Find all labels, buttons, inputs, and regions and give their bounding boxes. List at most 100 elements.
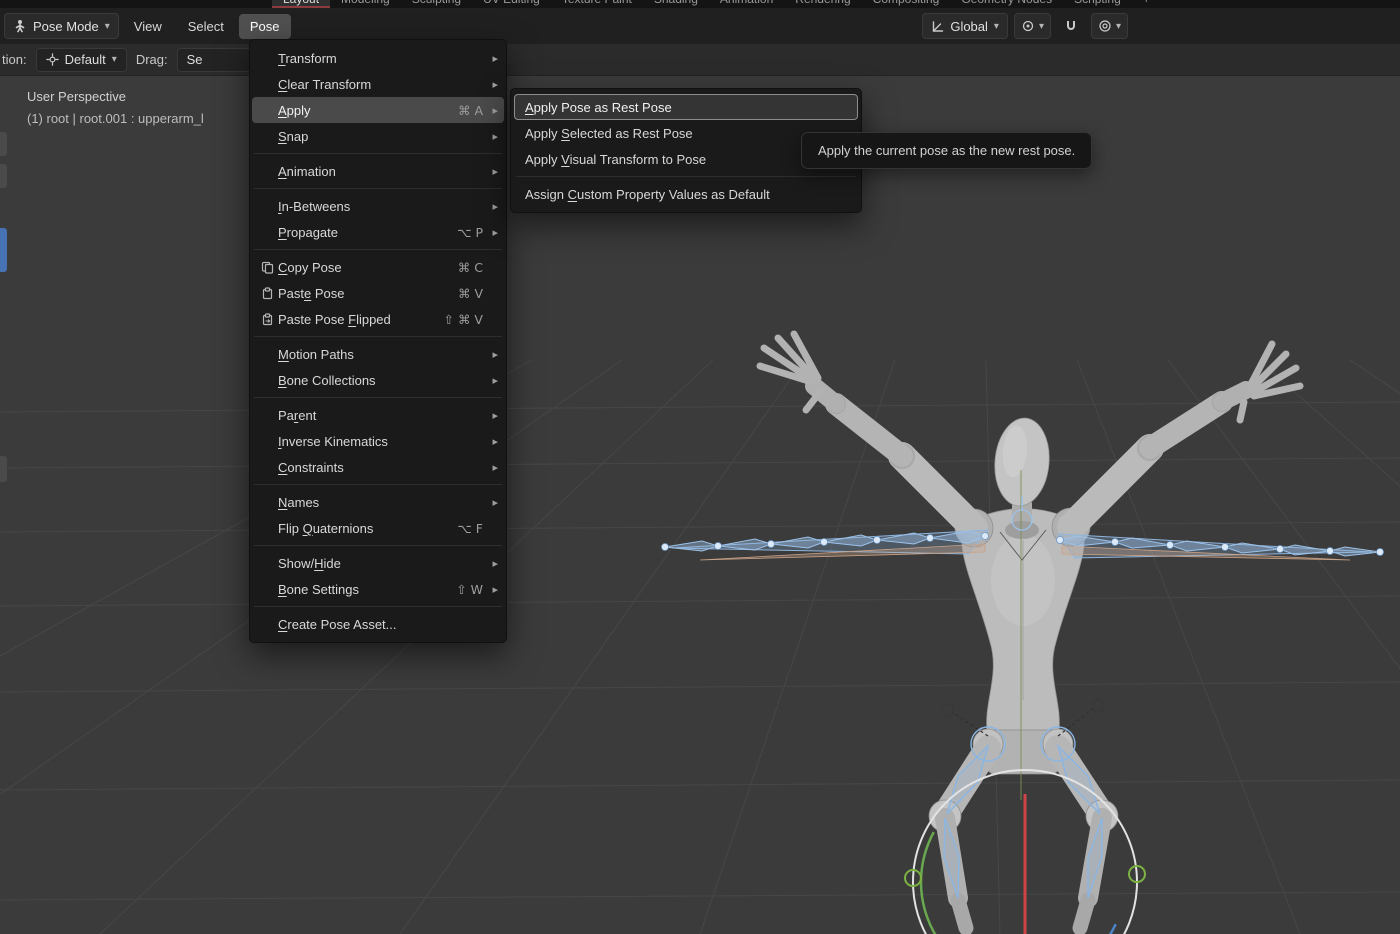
workspace-tab-uv-editing[interactable]: UV Editing [472,0,551,8]
preset-value: Default [65,52,106,67]
workspace-tab-sculpting[interactable]: Sculpting [401,0,472,8]
submenu-arrow-icon: ▸ [487,130,498,143]
add-workspace-button[interactable]: + [1132,0,1161,8]
menu-item-label: Constraints [278,460,483,475]
menu-item-paste-pose[interactable]: Paste Pose ⌘ V [252,280,504,306]
chevron-down-icon: ▾ [1116,21,1121,32]
menu-item-shortcut: ⇧ ⌘ V [444,312,483,327]
menu-item-in-betweens[interactable]: In-Betweens ▸ [252,193,504,219]
transform-orientation-dropdown[interactable]: Global ▾ [922,13,1008,39]
menu-item-label: Transform [278,51,483,66]
submenu-arrow-icon: ▸ [487,557,498,570]
menu-item-label: Snap [278,129,483,144]
menu-item-label: Parent [278,408,483,423]
menu-item-bone-collections[interactable]: Bone Collections ▸ [252,367,504,393]
tool-settings-bar: tion: Default ▾ Drag: Se [0,44,1400,76]
submenu-arrow-icon: ▸ [487,226,498,239]
workspace-tab-animation[interactable]: Animation [709,0,784,8]
toolbar-active-tool-clipped[interactable] [0,228,7,272]
menu-item-paste-pose-flipped[interactable]: Paste Pose Flipped ⇧ ⌘ V [252,306,504,332]
menu-item-flip-quaternions[interactable]: Flip Quaternions ⌥ F [252,515,504,541]
proportional-falloff-dropdown[interactable]: ▾ [1091,13,1128,39]
mode-selector-dropdown[interactable]: Pose Mode ▾ [4,13,119,39]
menu-separator [254,249,502,250]
workspace-tab-texture-paint[interactable]: Texture Paint [551,0,643,8]
menu-item-label: Copy Pose [278,260,458,275]
menu-item-motion-paths[interactable]: Motion Paths ▸ [252,341,504,367]
preset-dropdown[interactable]: Default ▾ [36,48,127,72]
snap-magnet-icon [1064,19,1078,33]
menu-item-parent[interactable]: Parent ▸ [252,402,504,428]
orientation-value: Global [950,19,988,34]
pivot-point-dropdown[interactable]: ▾ [1014,13,1051,39]
submenu-arrow-icon: ▸ [487,583,498,596]
menu-item-label: Paste Pose Flipped [278,312,444,327]
workspace-tab-shading[interactable]: Shading [643,0,709,8]
menu-item-copy-pose[interactable]: Copy Pose ⌘ C [252,254,504,280]
menu-item-label: Paste Pose [278,286,458,301]
workspace-tab-rendering[interactable]: Rendering [784,0,861,8]
menu-item-create-pose-asset[interactable]: Create Pose Asset... [252,611,504,637]
toolbar-button-clipped[interactable] [0,164,7,188]
menu-item-shortcut: ⌘ V [458,286,483,301]
workspace-tab-geometry-nodes[interactable]: Geometry Nodes [950,0,1063,8]
menu-select[interactable]: Select [177,14,235,39]
workspace-tab-layout[interactable]: Layout [272,0,330,8]
submenu-arrow-icon: ▸ [487,348,498,361]
menu-view[interactable]: View [123,14,173,39]
menu-item-inverse-kinematics[interactable]: Inverse Kinematics ▸ [252,428,504,454]
submenu-arrow-icon: ▸ [487,409,498,422]
menu-item-apply[interactable]: Apply ⌘ A ▸ [252,97,504,123]
menu-item-propagate[interactable]: Propagate ⌥ P ▸ [252,219,504,245]
menu-item-animation[interactable]: Animation ▸ [252,158,504,184]
drag-mode-value-partial: Se [187,52,203,67]
workspace-tab-compositing[interactable]: Compositing [862,0,951,8]
menu-item-names[interactable]: Names ▸ [252,489,504,515]
submenu-arrow-icon: ▸ [487,374,498,387]
submenu-arrow-icon: ▸ [487,78,498,91]
submenu-arrow-icon: ▸ [487,435,498,448]
pose-menu: Transform ▸ Clear Transform ▸ Apply ⌘ A … [249,39,507,643]
proportional-editing-icon [1098,19,1112,33]
submenu-item-label: Apply Pose as Rest Pose [525,100,672,115]
submenu-arrow-icon: ▸ [487,52,498,65]
orientation-axes-icon [931,20,944,33]
paste-pose-icon [256,287,278,300]
menu-item-show-hide[interactable]: Show/Hide ▸ [252,550,504,576]
menu-item-label: Flip Quaternions [278,521,457,536]
copy-pose-icon [256,261,278,274]
menu-item-constraints[interactable]: Constraints ▸ [252,454,504,480]
active-object-label: (1) root | root.001 : upperarm_l [27,111,204,126]
menu-item-label: Clear Transform [278,77,483,92]
menu-separator [254,397,502,398]
chevron-down-icon: ▾ [112,54,117,65]
menu-item-clear-transform[interactable]: Clear Transform ▸ [252,71,504,97]
view-perspective-label: User Perspective [27,89,126,104]
menu-item-label: Animation [278,164,483,179]
orientation-label-clipped: tion: [2,52,27,67]
workspace-tab-scripting[interactable]: Scripting [1063,0,1132,8]
toolbar-button-clipped[interactable] [0,132,7,156]
snap-toggle-button[interactable] [1057,13,1085,39]
menu-pose[interactable]: Pose [239,14,291,39]
menu-item-label: Show/Hide [278,556,483,571]
workspace-tab-modeling[interactable]: Modeling [330,0,401,8]
drag-label: Drag: [136,52,168,67]
menu-separator [254,336,502,337]
pose-mode-icon [13,19,27,33]
menu-separator [254,188,502,189]
menu-item-bone-settings[interactable]: Bone Settings ⇧ W ▸ [252,576,504,602]
submenu-arrow-icon: ▸ [487,165,498,178]
mode-selector-value: Pose Mode [33,19,99,34]
menu-separator [516,176,856,177]
submenu-item-apply-pose-as-rest-pose[interactable]: Apply Pose as Rest Pose [514,94,858,120]
menu-item-transform[interactable]: Transform ▸ [252,45,504,71]
toolbar-button-clipped[interactable] [0,456,7,482]
blender-window: { "colors": { "accent_blue": "#4772b3", … [0,0,1400,934]
submenu-arrow-icon: ▸ [487,104,498,117]
menu-separator [254,545,502,546]
submenu-item-assign-custom-property-values-as-default[interactable]: Assign Custom Property Values as Default [514,181,858,207]
menu-item-shortcut: ⌘ A [458,103,483,118]
chevron-down-icon: ▾ [1039,21,1044,32]
menu-item-snap[interactable]: Snap ▸ [252,123,504,149]
